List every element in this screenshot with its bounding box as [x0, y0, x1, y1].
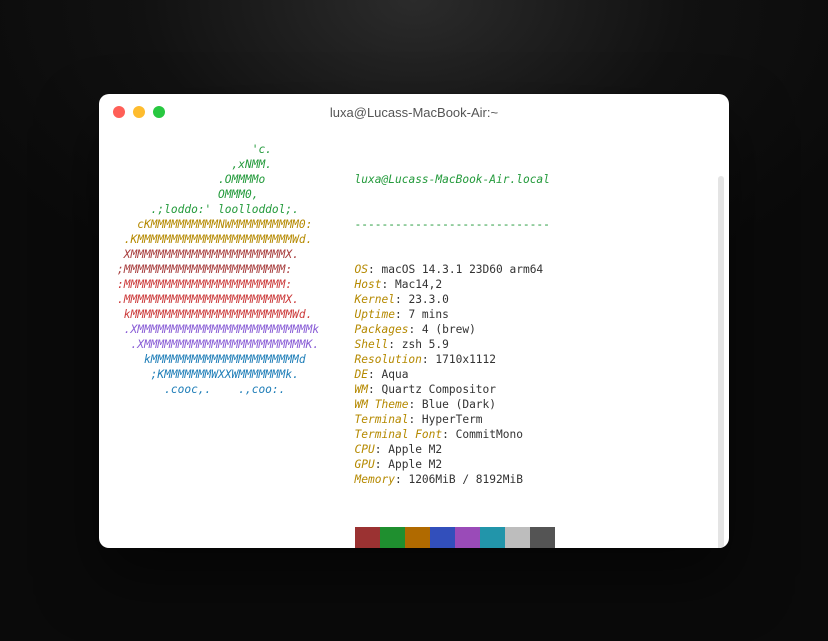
info-value: HyperTerm [422, 413, 483, 426]
info-value: Apple M2 [388, 458, 442, 471]
info-value: Quartz Compositor [382, 383, 497, 396]
info-value: zsh 5.9 [402, 338, 449, 351]
titlebar: luxa@Lucass-MacBook-Air:~ [99, 94, 729, 130]
info-row: Terminal: HyperTerm [355, 412, 555, 427]
info-value: Blue (Dark) [422, 398, 496, 411]
ascii-line: 'c. [117, 142, 333, 157]
color-swatch [455, 527, 480, 548]
ascii-line: cKMMMMMMMMMMNWMMMMMMMMMM0: [117, 217, 333, 232]
info-key: WM [355, 383, 368, 396]
info-key: Resolution [355, 353, 422, 366]
info-row: Kernel: 23.3.0 [355, 292, 555, 307]
info-key: GPU [355, 458, 375, 471]
info-value: 23.3.0 [408, 293, 448, 306]
info-row: OS: macOS 14.3.1 23D60 arm64 [355, 262, 555, 277]
info-row: Shell: zsh 5.9 [355, 337, 555, 352]
info-separator: ----------------------------- [355, 217, 555, 232]
info-value: 7 mins [408, 308, 448, 321]
info-key: CPU [355, 443, 375, 456]
info-key: Kernel [355, 293, 395, 306]
info-row: CPU: Apple M2 [355, 442, 555, 457]
info-value: CommitMono [456, 428, 523, 441]
info-row: Host: Mac14,2 [355, 277, 555, 292]
info-row: Uptime: 7 mins [355, 307, 555, 322]
info-value: Apple M2 [388, 443, 442, 456]
ascii-line: kMMMMMMMMMMMMMMMMMMMMMMd [117, 352, 333, 367]
info-row: WM: Quartz Compositor [355, 382, 555, 397]
info-value: 1710x1112 [435, 353, 496, 366]
info-key: Memory [355, 473, 395, 486]
ascii-line: .cooc,. .,coo:. [117, 382, 333, 397]
minimize-icon[interactable] [133, 106, 145, 118]
traffic-lights [99, 106, 165, 118]
info-key: Packages [355, 323, 409, 336]
info-key: Host [355, 278, 382, 291]
info-row: Packages: 4 (brew) [355, 322, 555, 337]
color-swatch [380, 527, 405, 548]
close-icon[interactable] [113, 106, 125, 118]
window-title: luxa@Lucass-MacBook-Air:~ [99, 105, 729, 120]
terminal-content[interactable]: 'c. ,xNMM. .OMMMMo OMMM0, .;loddo:' lool… [99, 130, 729, 548]
ascii-line: .MMMMMMMMMMMMMMMMMMMMMMMMX. [117, 292, 333, 307]
info-key: Shell [355, 338, 389, 351]
ascii-line: .KMMMMMMMMMMMMMMMMMMMMMMMWd. [117, 232, 333, 247]
info-value: 4 (brew) [422, 323, 476, 336]
ascii-line: .;loddo:' loolloddol;. [117, 202, 333, 217]
ascii-line: XMMMMMMMMMMMMMMMMMMMMMMMX. [117, 247, 333, 262]
info-user: luxa [355, 173, 382, 186]
info-key: Uptime [355, 308, 395, 321]
color-swatches [355, 527, 555, 548]
info-value: Aqua [382, 368, 409, 381]
info-value: Mac14,2 [395, 278, 442, 291]
info-row: WM Theme: Blue (Dark) [355, 397, 555, 412]
ascii-logo: 'c. ,xNMM. .OMMMMo OMMM0, .;loddo:' lool… [117, 142, 333, 548]
info-row: Memory: 1206MiB / 8192MiB [355, 472, 555, 487]
ascii-line: .XMMMMMMMMMMMMMMMMMMMMMMMMK. [117, 337, 333, 352]
color-swatch [530, 527, 555, 548]
system-info: luxa@Lucass-MacBook-Air.local ----------… [355, 142, 555, 548]
info-key: Terminal Font [355, 428, 443, 441]
ascii-line: :MMMMMMMMMMMMMMMMMMMMMMMM: [117, 277, 333, 292]
scrollbar[interactable] [718, 176, 724, 548]
color-swatch [430, 527, 455, 548]
ascii-line: ,xNMM. [117, 157, 333, 172]
info-rows: OS: macOS 14.3.1 23D60 arm64Host: Mac14,… [355, 262, 555, 487]
info-key: OS [355, 263, 368, 276]
color-swatch [505, 527, 530, 548]
info-key: WM Theme [355, 398, 409, 411]
color-swatch [405, 527, 430, 548]
info-row: Resolution: 1710x1112 [355, 352, 555, 367]
ascii-line: ;MMMMMMMMMMMMMMMMMMMMMMMM: [117, 262, 333, 277]
ascii-line: .XMMMMMMMMMMMMMMMMMMMMMMMMMMk [117, 322, 333, 337]
info-key: DE [355, 368, 368, 381]
info-row: GPU: Apple M2 [355, 457, 555, 472]
color-swatch [355, 527, 380, 548]
terminal-window: luxa@Lucass-MacBook-Air:~ 'c. ,xNMM. .OM… [99, 94, 729, 548]
color-swatch [480, 527, 505, 548]
ascii-line: OMMM0, [117, 187, 333, 202]
info-row: DE: Aqua [355, 367, 555, 382]
info-value: macOS 14.3.1 23D60 arm64 [382, 263, 544, 276]
zoom-icon[interactable] [153, 106, 165, 118]
info-value: 1206MiB / 8192MiB [408, 473, 523, 486]
ascii-line: ;KMMMMMMMWXXWMMMMMMMk. [117, 367, 333, 382]
info-row: Terminal Font: CommitMono [355, 427, 555, 442]
info-header: luxa@Lucass-MacBook-Air.local [355, 172, 555, 187]
ascii-line: kMMMMMMMMMMMMMMMMMMMMMMMMWd. [117, 307, 333, 322]
info-key: Terminal [355, 413, 409, 426]
info-host: Lucass-MacBook-Air.local [388, 173, 550, 186]
ascii-line: .OMMMMo [117, 172, 333, 187]
